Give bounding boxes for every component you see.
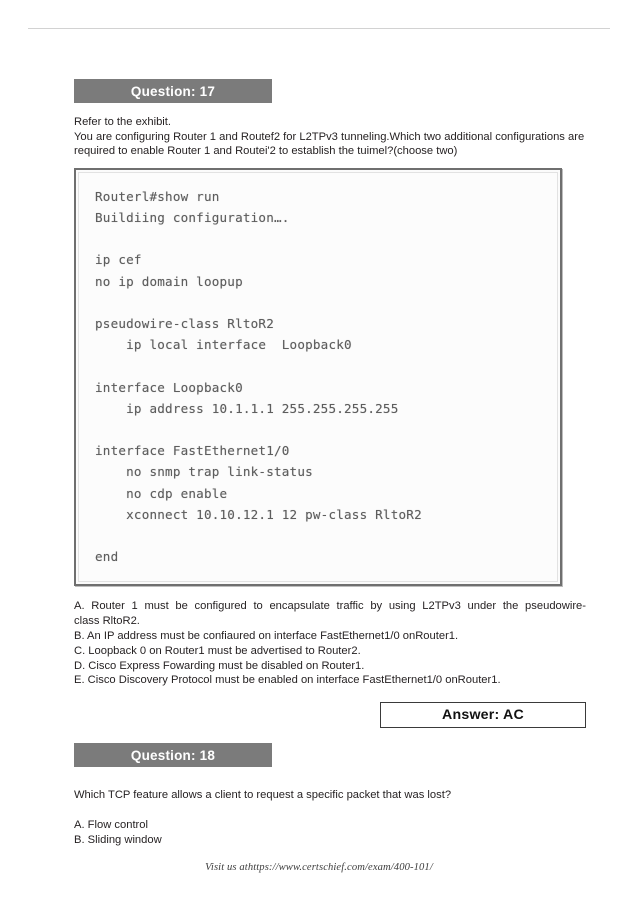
question-17-header: Question: 17 xyxy=(74,79,272,103)
option-a: A. Router 1 must be configured to encaps… xyxy=(74,600,586,628)
question-18-body-line-1: Which TCP feature allows a client to req… xyxy=(74,789,452,802)
page-top-divider xyxy=(28,28,610,29)
question-17-body-line-1: You are configuring Router 1 and Routef2… xyxy=(74,130,585,143)
code-line: ip address 10.1.1.1 255.255.255.255 xyxy=(95,400,399,416)
option-d: D. Cisco Express Fowarding must be disab… xyxy=(74,659,365,672)
router-config-output: Routerl#show run Buildiing configuration…… xyxy=(95,186,541,568)
code-line: ip local interface Loopback0 xyxy=(95,337,352,353)
option-b: B. An IP address must be confiaured on i… xyxy=(74,629,459,642)
q18-option-a: A. Flow control xyxy=(74,818,148,831)
option-c: C. Loopback 0 on Router1 must be adverti… xyxy=(74,644,361,657)
code-line: no ip domain loopup xyxy=(95,273,243,289)
question-17-answer-row: Answer: AC xyxy=(74,702,586,729)
question-17-options: A. Router 1 must be configured to encaps… xyxy=(74,599,586,688)
code-line: interface Loopback0 xyxy=(95,379,243,395)
page-content: Question: 17 Refer to the exhibit. You a… xyxy=(74,79,586,848)
question-18-header-label: Question: 18 xyxy=(130,747,216,763)
question-17-header-label: Question: 17 xyxy=(130,83,216,99)
question-17-answer-label: Answer: AC xyxy=(442,707,524,724)
question-18-text: Which TCP feature allows a client to req… xyxy=(74,788,586,803)
code-line: end xyxy=(95,549,119,565)
code-line: Buildiing configuration…. xyxy=(95,209,290,225)
question-17-exhibit: Routerl#show run Buildiing configuration…… xyxy=(74,167,562,587)
question-17-answer-box: Answer: AC xyxy=(380,702,586,729)
code-line: pseudowire-class RltoR2 xyxy=(95,315,274,331)
question-17-intro: Refer to the exhibit. xyxy=(74,116,172,128)
question-17-body-line-2: required to enable Router 1 and Routei'2… xyxy=(74,145,458,158)
q18-option-b: B. Sliding window xyxy=(74,834,162,847)
question-18-header: Question: 18 xyxy=(74,743,272,768)
footer-url-text: Visit us athttps://www.certschief.com/ex… xyxy=(205,862,433,873)
code-line: no snmp trap link-status xyxy=(95,464,313,480)
code-line: Routerl#show run xyxy=(95,188,220,204)
code-line: xconnect 10.10.12.1 12 pw-class RltoR2 xyxy=(95,506,422,522)
code-line: interface FastEthernet1/0 xyxy=(95,443,290,459)
question-17-text: Refer to the exhibit. You are configurin… xyxy=(74,115,586,159)
question-18-options: A. Flow control B. Sliding window xyxy=(74,818,586,848)
page-footer: Visit us athttps://www.certschief.com/ex… xyxy=(0,862,638,873)
code-line: no cdp enable xyxy=(95,485,228,501)
option-e: E. Cisco Discovery Protocol must be enab… xyxy=(74,674,501,687)
exhibit-inner-frame: Routerl#show run Buildiing configuration…… xyxy=(78,171,558,583)
exam-pdf-page: Question: 17 Refer to the exhibit. You a… xyxy=(0,0,638,903)
code-line: ip cef xyxy=(95,252,142,268)
